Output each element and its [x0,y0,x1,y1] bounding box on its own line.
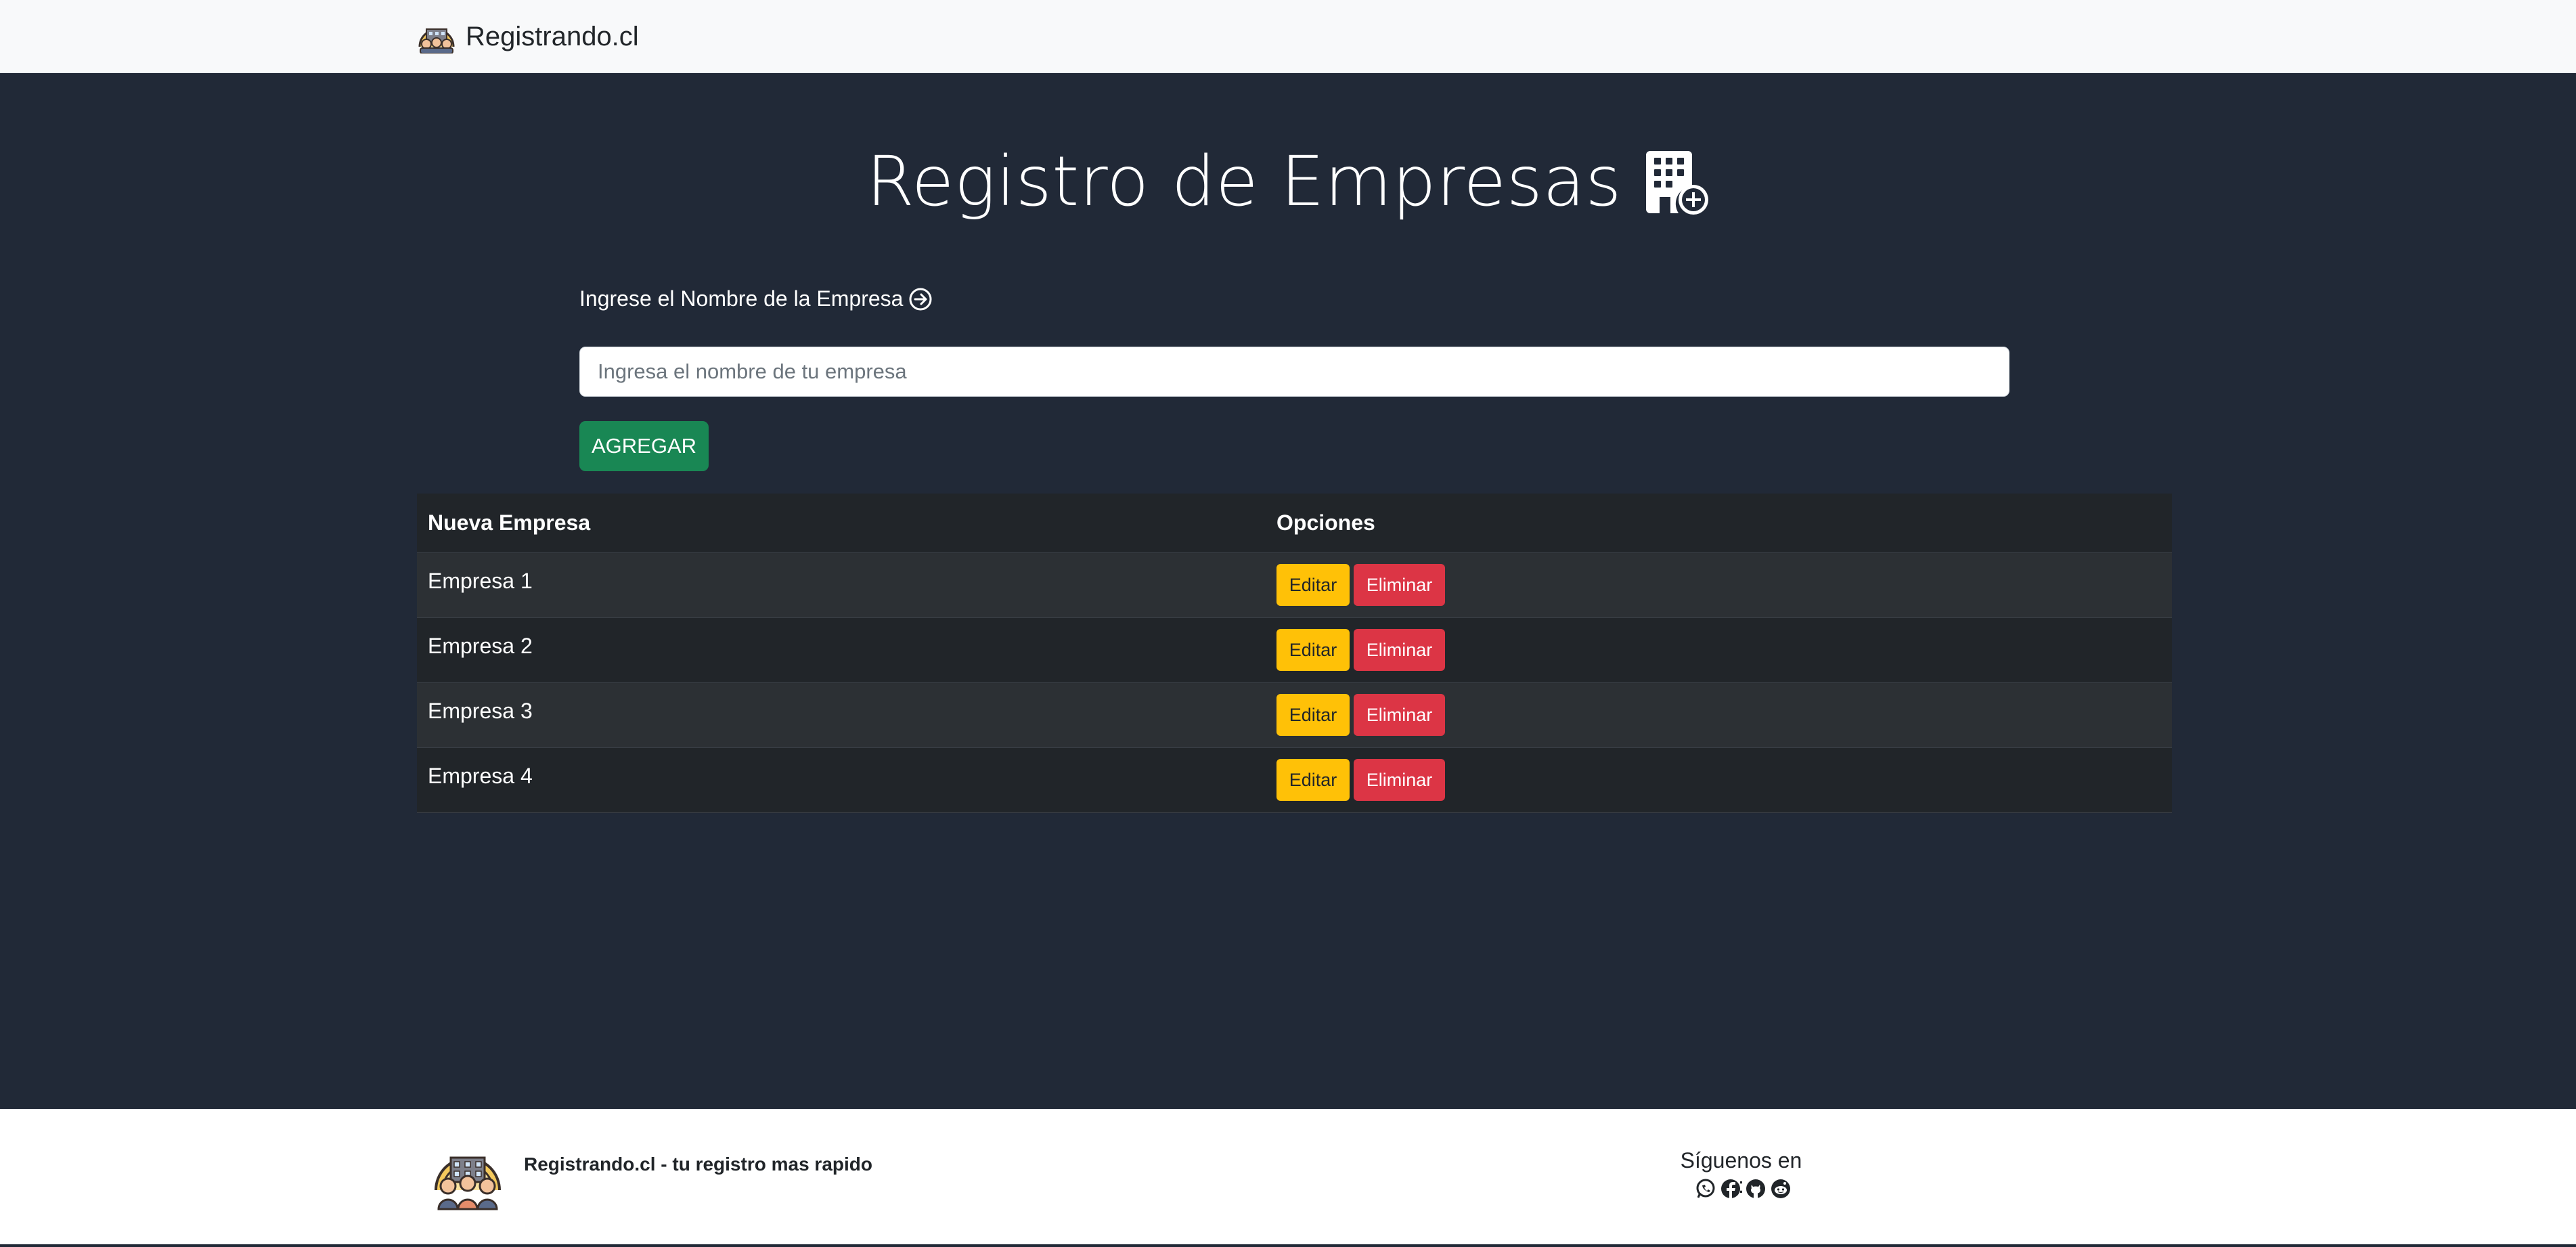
table-row: Empresa 4 Editar Eliminar [417,747,2172,813]
company-name: Empresa 2 [428,633,533,658]
edit-button[interactable]: Editar [1276,694,1350,736]
header-company: Nueva Empresa [417,494,1266,553]
companies-table: Nueva Empresa Opciones Empresa 1 Editar E… [417,494,2172,813]
company-name: Empresa 3 [428,698,533,723]
footer: Registrando.cl - tu registro mas rapido … [0,1109,2576,1247]
page-title: Registro de Empresas [866,141,1622,222]
table-row: Empresa 1 Editar Eliminar [417,552,2172,618]
edit-button[interactable]: Editar [1276,564,1350,606]
delete-button[interactable]: Eliminar [1354,694,1445,736]
company-name: Empresa 1 [428,568,533,593]
input-label: Ingrese el Nombre de la Empresa [579,286,933,311]
facebook-icon[interactable] [1720,1178,1741,1200]
input-label-text: Ingrese el Nombre de la Empresa [579,286,904,311]
building-add-icon [1645,150,1708,215]
table-row: Empresa 2 Editar Eliminar [417,617,2172,683]
whatsapp-icon[interactable] [1695,1178,1716,1200]
header-options: Opciones [1266,494,2172,553]
team-building-logo-icon [435,1156,501,1210]
footer-tagline: Registrando.cl - tu registro mas rapido [524,1154,872,1175]
edit-button[interactable]: Editar [1276,629,1350,671]
company-name: Empresa 4 [428,763,533,788]
add-button[interactable]: AGREGAR [579,421,709,471]
edit-button[interactable]: Editar [1276,759,1350,801]
team-building-logo-icon [418,28,455,53]
reddit-icon[interactable] [1770,1178,1792,1200]
social-links [1695,1178,1792,1200]
arrow-right-circle-icon [909,288,932,310]
github-icon[interactable] [1745,1178,1767,1200]
table-header-row: Nueva Empresa Opciones [417,494,2172,553]
title-row: Registro de Empresas [0,141,2576,222]
brand-link[interactable]: Registrando.cl [417,18,639,56]
delete-button[interactable]: Eliminar [1354,629,1445,671]
brand-text: Registrando.cl [466,21,639,51]
navbar: Registrando.cl [0,0,2576,73]
delete-button[interactable]: Eliminar [1354,564,1445,606]
company-name-input[interactable] [579,347,2009,397]
delete-button[interactable]: Eliminar [1354,759,1445,801]
table-row: Empresa 3 Editar Eliminar [417,682,2172,748]
